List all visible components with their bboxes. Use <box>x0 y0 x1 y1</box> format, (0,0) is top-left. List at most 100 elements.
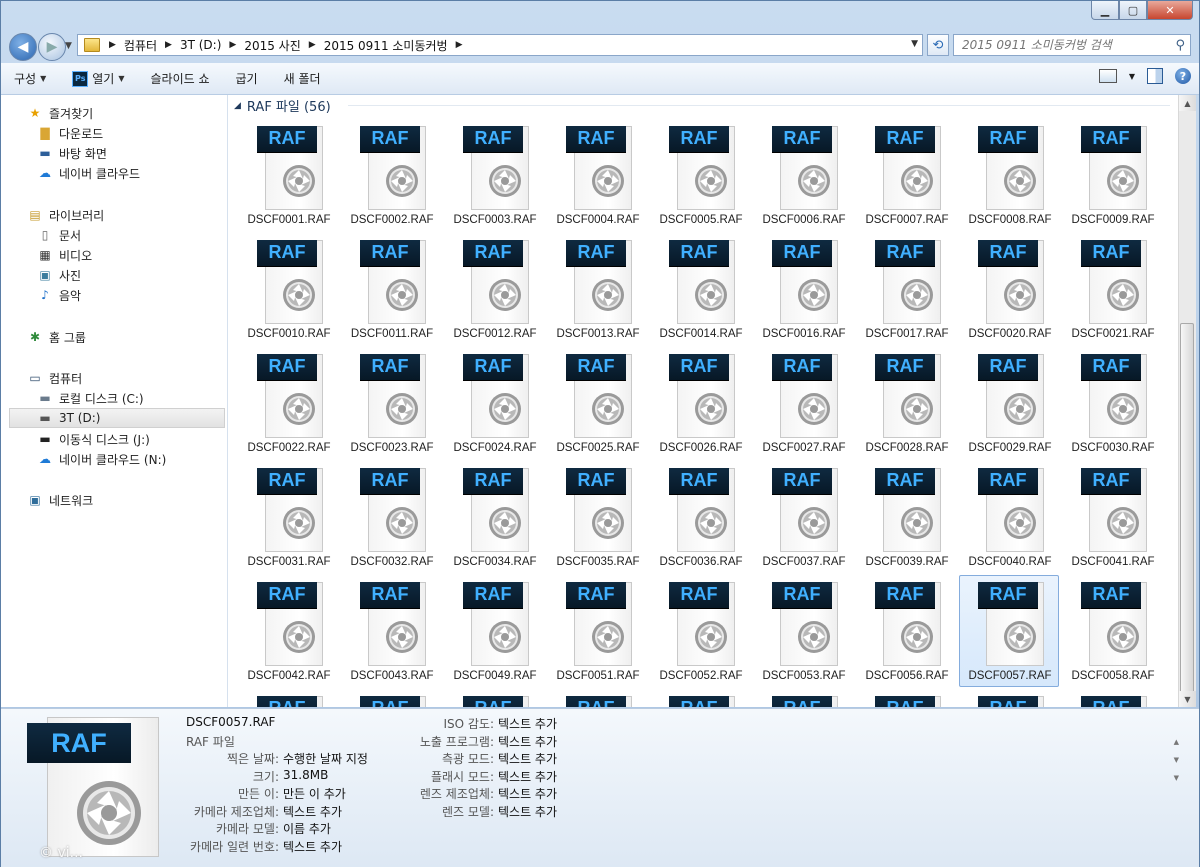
chevron-right-icon[interactable]: ▶ <box>451 40 468 50</box>
file-tile[interactable]: RAF DSCF0010.RAF <box>238 233 338 345</box>
file-tile[interactable]: RAF DSCF0007.RAF <box>856 119 956 231</box>
nav-videos[interactable]: ▦ 비디오 <box>1 245 227 265</box>
file-tile[interactable]: RAF DSCF0058.RAF <box>1062 575 1162 687</box>
file-tile[interactable]: RAF DSCF0016.RAF <box>753 233 853 345</box>
file-tile[interactable]: RAF DSCF0025.RAF <box>547 347 647 459</box>
file-tile[interactable]: RAF DSCF0039.RAF <box>856 461 956 573</box>
property-row[interactable]: 카메라 일련 번호: 텍스트 추가 <box>79 838 342 855</box>
file-tile[interactable]: RAF <box>753 689 853 707</box>
property-row[interactable]: 측광 모드: 텍스트 추가 <box>294 750 557 767</box>
file-tile[interactable]: RAF DSCF0014.RAF <box>650 233 750 345</box>
details-scroll-icons[interactable]: ▲ ▼ ▼ <box>1174 733 1179 787</box>
nav-local-disk[interactable]: ▬ 로컬 디스크 (C:) <box>1 388 227 408</box>
property-row[interactable]: 크기: 31.8MB <box>79 768 328 785</box>
search-box[interactable]: ⚲ <box>953 34 1191 56</box>
file-tile[interactable]: RAF DSCF0057.RAF <box>959 575 1059 687</box>
group-header[interactable]: ◢ RAF 파일 (56) <box>234 96 331 115</box>
chevron-down-icon[interactable]: ▼ <box>1129 72 1135 81</box>
file-tile[interactable]: RAF <box>238 689 338 707</box>
file-tile[interactable]: RAF DSCF0020.RAF <box>959 233 1059 345</box>
nav-desktop[interactable]: ▬ 바탕 화면 <box>1 143 227 163</box>
file-tile[interactable]: RAF DSCF0026.RAF <box>650 347 750 459</box>
nav-computer[interactable]: ▭ 컴퓨터 <box>1 368 227 388</box>
file-tile[interactable]: RAF DSCF0012.RAF <box>444 233 544 345</box>
scroll-thumb[interactable] <box>1180 323 1194 703</box>
file-tile[interactable]: RAF <box>959 689 1059 707</box>
file-tile[interactable]: RAF DSCF0001.RAF <box>238 119 338 231</box>
property-row[interactable]: 노출 프로그램: 텍스트 추가 <box>294 733 557 750</box>
file-tile[interactable]: RAF DSCF0013.RAF <box>547 233 647 345</box>
breadcrumb-computer[interactable]: 컴퓨터 <box>121 37 160 54</box>
file-tile[interactable]: RAF DSCF0035.RAF <box>547 461 647 573</box>
file-tile[interactable]: RAF DSCF0053.RAF <box>753 575 853 687</box>
search-input[interactable] <box>960 37 1169 53</box>
property-value[interactable]: 텍스트 추가 <box>498 785 557 802</box>
refresh-button[interactable]: ⟲ <box>927 34 949 56</box>
property-row[interactable]: 렌즈 제조업체: 텍스트 추가 <box>294 785 557 802</box>
file-tile[interactable]: RAF DSCF0042.RAF <box>238 575 338 687</box>
scroll-up-icon[interactable]: ▲ <box>1179 95 1196 111</box>
maximize-button[interactable]: ▢ <box>1119 1 1147 20</box>
property-value[interactable]: 이름 추가 <box>283 820 331 837</box>
file-tile[interactable]: RAF DSCF0049.RAF <box>444 575 544 687</box>
property-value[interactable]: 텍스트 추가 <box>283 838 342 855</box>
forward-button[interactable]: ▶ <box>38 33 66 61</box>
new-folder-button[interactable]: 새 폴더 <box>271 63 334 94</box>
nav-documents[interactable]: ▯ 문서 <box>1 225 227 245</box>
file-tile[interactable]: RAF DSCF0028.RAF <box>856 347 956 459</box>
vertical-scrollbar[interactable]: ▲ ▼ <box>1178 95 1196 707</box>
file-tile[interactable]: RAF DSCF0056.RAF <box>856 575 956 687</box>
property-value[interactable]: 텍스트 추가 <box>498 803 557 820</box>
back-button[interactable]: ◀ <box>9 33 37 61</box>
burn-button[interactable]: 굽기 <box>223 63 271 94</box>
chevron-right-icon[interactable]: ▶ <box>304 40 321 50</box>
file-tile[interactable]: RAF DSCF0040.RAF <box>959 461 1059 573</box>
minimize-button[interactable]: ▁ <box>1091 1 1119 20</box>
property-value[interactable]: 텍스트 추가 <box>498 750 557 767</box>
close-button[interactable]: ✕ <box>1147 1 1193 20</box>
file-tile[interactable]: RAF DSCF0003.RAF <box>444 119 544 231</box>
file-tile[interactable]: RAF DSCF0041.RAF <box>1062 461 1162 573</box>
breadcrumb-current-folder[interactable]: 2015 0911 소미동커벙 <box>321 37 451 54</box>
scroll-down-icon[interactable]: ▼ <box>1179 691 1196 707</box>
change-view-icon[interactable] <box>1098 69 1117 83</box>
file-tile[interactable]: RAF DSCF0027.RAF <box>753 347 853 459</box>
file-tile[interactable]: RAF DSCF0002.RAF <box>341 119 441 231</box>
nav-removable-disk[interactable]: ▬ 이동식 디스크 (J:) <box>1 429 227 449</box>
file-tile[interactable]: RAF DSCF0029.RAF <box>959 347 1059 459</box>
file-tile[interactable]: RAF <box>856 689 956 707</box>
file-tile[interactable]: RAF DSCF0011.RAF <box>341 233 441 345</box>
collapse-triangle-icon[interactable]: ◢ <box>234 101 241 111</box>
file-tile[interactable]: RAF DSCF0009.RAF <box>1062 119 1162 231</box>
property-value[interactable]: 텍스트 추가 <box>498 768 557 785</box>
nav-pictures[interactable]: ▣ 사진 <box>1 265 227 285</box>
file-tile[interactable]: RAF DSCF0043.RAF <box>341 575 441 687</box>
organize-button[interactable]: 구성 ▼ <box>1 63 59 94</box>
file-tile[interactable]: RAF <box>1062 689 1162 707</box>
chevron-right-icon[interactable]: ▶ <box>224 40 241 50</box>
help-icon[interactable]: ? <box>1175 68 1191 84</box>
nav-downloads[interactable]: ▇ 다운로드 <box>1 123 227 143</box>
file-tile[interactable]: RAF <box>650 689 750 707</box>
file-tile[interactable]: RAF DSCF0036.RAF <box>650 461 750 573</box>
file-tile[interactable]: RAF DSCF0031.RAF <box>238 461 338 573</box>
breadcrumb-drive[interactable]: 3T (D:) <box>177 38 224 52</box>
file-tile[interactable]: RAF <box>444 689 544 707</box>
nav-libraries[interactable]: ▤ 라이브러리 <box>1 205 227 225</box>
file-tile[interactable]: RAF DSCF0008.RAF <box>959 119 1059 231</box>
breadcrumb-year-folder[interactable]: 2015 사진 <box>241 37 303 54</box>
file-tile[interactable]: RAF DSCF0037.RAF <box>753 461 853 573</box>
file-tile[interactable]: RAF <box>341 689 441 707</box>
nav-network[interactable]: ▣ 네트워크 <box>1 490 227 510</box>
file-tile[interactable]: RAF DSCF0005.RAF <box>650 119 750 231</box>
file-tile[interactable]: RAF DSCF0032.RAF <box>341 461 441 573</box>
preview-pane-icon[interactable] <box>1147 68 1163 84</box>
chevron-right-icon[interactable]: ▶ <box>104 40 121 50</box>
file-tile[interactable]: RAF <box>547 689 647 707</box>
nav-drive-d[interactable]: ▬ 3T (D:) <box>9 408 225 428</box>
file-tile[interactable]: RAF DSCF0034.RAF <box>444 461 544 573</box>
nav-homegroup[interactable]: ✱ 홈 그룹 <box>1 327 227 347</box>
file-tile[interactable]: RAF DSCF0051.RAF <box>547 575 647 687</box>
nav-naver-cloud-n[interactable]: ☁ 네이버 클라우드 (N:) <box>1 449 227 469</box>
file-tile[interactable]: RAF DSCF0004.RAF <box>547 119 647 231</box>
